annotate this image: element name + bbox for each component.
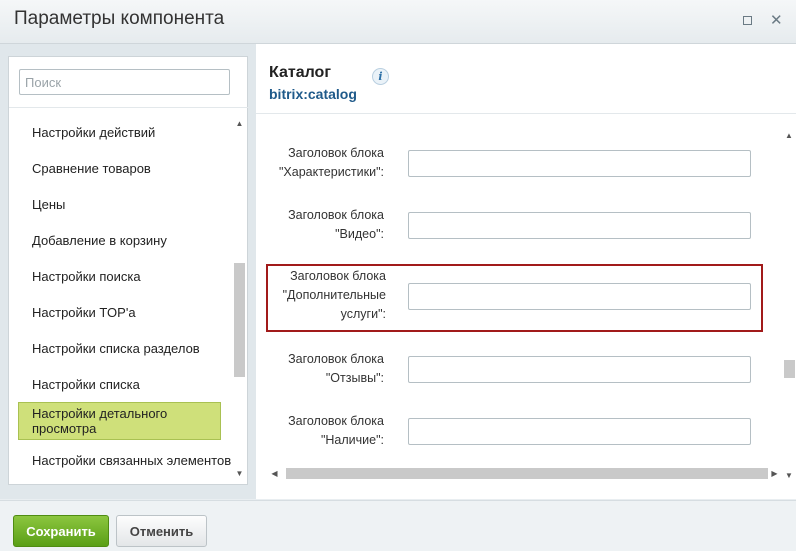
field-characteristics: Заголовок блока "Характеристики":: [264, 140, 754, 200]
field-input-reviews[interactable]: [408, 356, 751, 383]
settings-panel: Каталог i bitrix:catalog Заголовок блока…: [256, 44, 796, 499]
field-label-line: "Наличие":: [320, 433, 384, 447]
field-label: Заголовок блока "Характеристики":: [264, 144, 384, 182]
field-reviews: Заголовок блока "Отзывы":: [264, 346, 754, 406]
sidebar-item-label: Цены: [32, 196, 66, 212]
sidebar-scrollbar[interactable]: ▲ ▼: [233, 119, 246, 481]
sidebar-item-list[interactable]: Настройки списка: [9, 366, 233, 402]
field-label-line: Заголовок блока: [288, 146, 384, 160]
dialog-body: Настройки действий Сравнение товаров Цен…: [0, 44, 796, 499]
sidebar-item-detail[interactable]: Настройки детального просмотра: [18, 402, 221, 440]
field-label: Заголовок блока "Дополнительные услуги":: [266, 267, 386, 324]
field-label-line: Заголовок блока: [288, 208, 384, 222]
search-area: [9, 57, 249, 108]
sidebar-menu: Настройки действий Сравнение товаров Цен…: [9, 114, 233, 480]
field-label: Заголовок блока "Видео":: [264, 206, 384, 244]
field-label-line: Заголовок блока: [290, 269, 386, 283]
sidebar-item-compare[interactable]: Сравнение товаров: [9, 150, 233, 186]
sidebar-item-label: Настройки связанных элементов: [32, 452, 232, 468]
field-label-line: Заголовок блока: [288, 352, 384, 366]
scrollbar-thumb[interactable]: [784, 360, 795, 378]
scroll-down-icon[interactable]: ▼: [784, 471, 794, 481]
sidebar-item-label: Добавление в корзину: [32, 232, 167, 248]
field-input-availability[interactable]: [408, 418, 751, 445]
save-button[interactable]: Сохранить: [13, 515, 109, 547]
field-label-line: "Видео":: [335, 227, 384, 241]
field-additional-services: Заголовок блока "Дополнительные услуги":: [266, 264, 763, 332]
sidebar-item-search[interactable]: Настройки поиска: [9, 258, 233, 294]
field-label-line: Заголовок блока: [288, 414, 384, 428]
field-label-line: услуги":: [340, 307, 386, 321]
field-label-line: "Отзывы":: [325, 371, 384, 385]
field-input-video[interactable]: [408, 212, 751, 239]
component-title: Каталог: [269, 64, 331, 81]
sidebar-item-top[interactable]: Настройки TOP'а: [9, 294, 233, 330]
sidebar-item-label: Настройки детального просмотра: [32, 406, 168, 436]
sidebar-item-label: Настройки списка: [32, 376, 140, 392]
scroll-left-icon[interactable]: ◀: [270, 468, 279, 479]
sidebar-item-label: Настройки списка разделов: [32, 340, 200, 356]
field-label-line: "Характеристики":: [278, 165, 384, 179]
cancel-button[interactable]: Отменить: [116, 515, 207, 547]
scroll-right-icon[interactable]: ▶: [770, 468, 779, 479]
scroll-up-icon[interactable]: ▲: [235, 119, 244, 129]
field-input-characteristics[interactable]: [408, 150, 751, 177]
maximize-icon[interactable]: [742, 15, 754, 27]
field-availability: Заголовок блока "Наличие":: [264, 408, 754, 468]
scrollbar-thumb[interactable]: [286, 468, 768, 479]
panel-horizontal-scrollbar[interactable]: ◀ ▶: [270, 467, 780, 480]
scroll-up-icon[interactable]: ▲: [784, 131, 794, 141]
search-input[interactable]: [19, 69, 230, 95]
sidebar: Настройки действий Сравнение товаров Цен…: [8, 56, 249, 485]
sidebar-item-actions[interactable]: Настройки действий: [9, 114, 233, 150]
sidebar-item-prices[interactable]: Цены: [9, 186, 233, 222]
sidebar-item-label: Сравнение товаров: [32, 160, 151, 176]
field-label: Заголовок блока "Наличие":: [264, 412, 384, 450]
scroll-down-icon[interactable]: ▼: [235, 469, 244, 479]
component-code: bitrix:catalog: [269, 86, 357, 102]
field-label-line: "Дополнительные: [282, 288, 386, 302]
sidebar-item-label: Настройки TOP'а: [32, 304, 136, 320]
sidebar-item-label: Настройки поиска: [32, 268, 141, 284]
info-icon[interactable]: i: [372, 68, 389, 85]
sidebar-item-label: Настройки действий: [32, 124, 156, 140]
component-header: Каталог i bitrix:catalog: [256, 44, 796, 114]
sidebar-item-section-list[interactable]: Настройки списка разделов: [9, 330, 233, 366]
panel-vertical-scrollbar[interactable]: ▲ ▼: [783, 131, 795, 483]
field-video: Заголовок блока "Видео":: [264, 202, 754, 262]
field-input-additional-services[interactable]: [408, 283, 751, 310]
sidebar-item-linked[interactable]: Настройки связанных элементов: [9, 440, 233, 480]
window-titlebar: Параметры компонента ✕: [0, 0, 796, 44]
field-label: Заголовок блока "Отзывы":: [264, 350, 384, 388]
sidebar-item-basket[interactable]: Добавление в корзину: [9, 222, 233, 258]
scrollbar-thumb[interactable]: [234, 263, 245, 377]
window-title: Параметры компонента: [14, 8, 225, 29]
dialog-footer: Сохранить Отменить: [0, 500, 796, 551]
close-icon[interactable]: ✕: [770, 13, 783, 28]
